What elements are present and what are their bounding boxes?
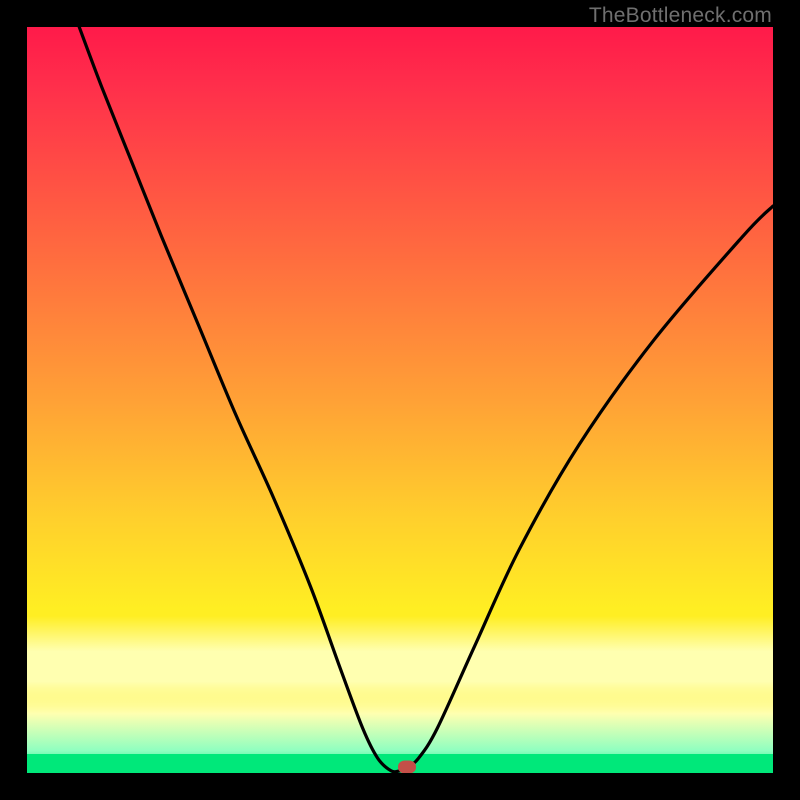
minimum-marker-icon [398,761,416,773]
curve-layer [27,27,773,773]
bottleneck-curve [79,27,773,772]
chart-frame: TheBottleneck.com [0,0,800,800]
plot-area [27,27,773,773]
watermark-text: TheBottleneck.com [589,4,772,28]
